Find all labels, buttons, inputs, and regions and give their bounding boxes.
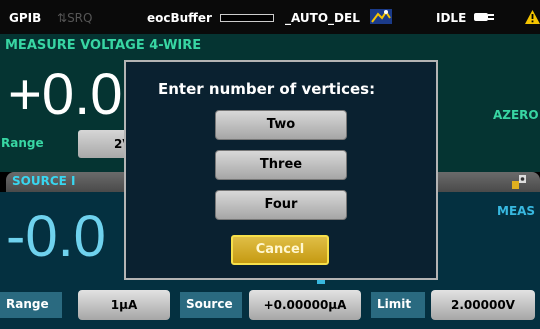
measure-function-title[interactable]: MEASURE VOLTAGE 4-WIRE (5, 38, 201, 53)
buffer-indicator[interactable]: eocBuffer (147, 11, 212, 25)
limit-label: Limit (371, 292, 425, 318)
meas-label[interactable]: MEAS (497, 204, 535, 218)
trigger-mode-indicator[interactable]: _AUTO_DEL (285, 11, 360, 25)
measure-reading: +0.0 (8, 62, 123, 127)
srq-arrows-icon: ⇅ (57, 11, 68, 25)
auto-delay-icon[interactable] (370, 9, 392, 24)
plug-icon[interactable] (474, 12, 496, 22)
source-tab-label: SOURCE I (12, 174, 76, 188)
source-reading: -0.0 (6, 204, 106, 269)
cancel-button[interactable]: Cancel (231, 235, 329, 265)
option-two-button[interactable]: Two (215, 110, 347, 140)
source-range-button[interactable]: 1µA (78, 290, 170, 320)
buffer-fill-bar[interactable] (220, 14, 274, 22)
status-bar: GPIB ⇅SRQ eocBuffer _AUTO_DEL IDLE (0, 0, 540, 34)
srq-indicator[interactable]: ⇅SRQ (57, 11, 92, 25)
interface-indicator[interactable]: GPIB (9, 11, 41, 25)
limit-value-button[interactable]: 2.00000V (431, 290, 535, 320)
warning-icon[interactable] (525, 10, 540, 24)
measure-range-label: Range (1, 136, 44, 150)
dialog-title: Enter number of vertices: (158, 80, 376, 98)
source-value-button[interactable]: +0.00000µA (249, 290, 361, 320)
settings-icon[interactable] (512, 175, 526, 189)
option-four-button[interactable]: Four (215, 190, 347, 220)
source-range-label: Range (0, 292, 62, 318)
source-value-label: Source (180, 292, 242, 318)
azero-label[interactable]: AZERO (493, 108, 539, 122)
option-three-button[interactable]: Three (215, 150, 347, 180)
instrument-state[interactable]: IDLE (436, 11, 466, 25)
srq-label: SRQ (67, 11, 93, 25)
